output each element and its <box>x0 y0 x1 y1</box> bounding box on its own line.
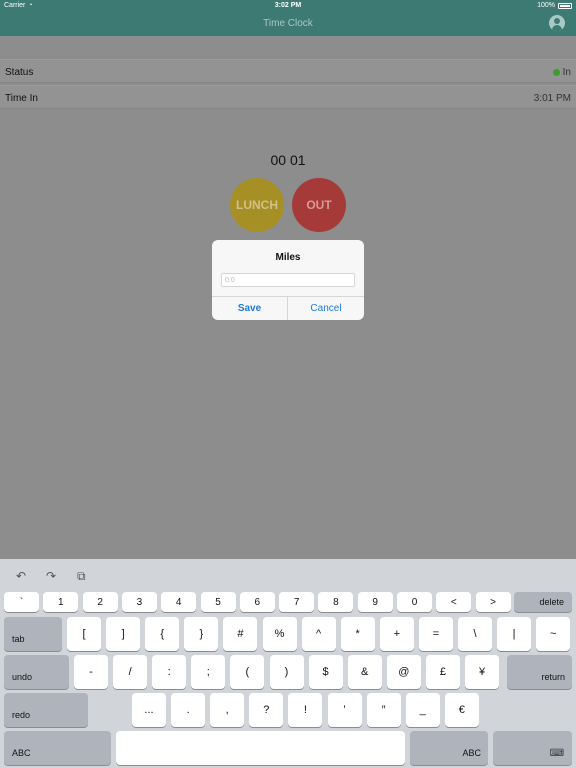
battery-percent: 100% <box>537 2 555 9</box>
key[interactable]: ` <box>4 592 39 612</box>
key[interactable]: $ <box>308 655 343 689</box>
person-circle-icon[interactable] <box>549 15 565 31</box>
key[interactable]: # <box>223 617 258 651</box>
elapsed-timer: 00 01 <box>0 152 576 168</box>
redo-icon[interactable]: ↷ <box>46 569 56 583</box>
status-dot-icon <box>552 69 560 76</box>
key[interactable]: £ <box>425 655 460 689</box>
key[interactable]: , <box>210 693 245 727</box>
lunch-button[interactable]: LUNCH <box>230 178 284 232</box>
status-bar: Carrier ◔ 3:02 PM 100% <box>0 0 576 12</box>
key[interactable]: 4 <box>161 592 197 612</box>
key[interactable]: ] <box>106 617 141 651</box>
key[interactable]: { <box>145 617 180 651</box>
timer-hours: 00 <box>270 152 287 168</box>
key[interactable]: ) <box>269 655 304 689</box>
status-label: Status <box>5 67 34 78</box>
paste-icon[interactable]: ⧉ <box>77 569 86 584</box>
keyboard: ↶ ↷ ⧉ ` 1 2 3 4 5 6 7 8 9 0 < > delete tab []{} #% ^ * +… <box>0 559 576 768</box>
key[interactable]: ~ <box>536 617 571 651</box>
key[interactable]: = <box>418 617 453 651</box>
key[interactable]: ... <box>132 693 166 727</box>
miles-dialog: Miles Save Cancel <box>212 240 364 320</box>
timer-minutes: 01 <box>289 152 306 168</box>
keyboard-hide-icon: ⌨ <box>549 748 564 759</box>
key[interactable]: \ <box>458 617 492 651</box>
delete-key[interactable]: delete <box>514 592 572 612</box>
battery-icon <box>558 2 572 9</box>
key[interactable]: ; <box>191 655 226 689</box>
key[interactable]: 8 <box>318 592 354 612</box>
key[interactable]: ^ <box>301 617 336 651</box>
key[interactable]: 3 <box>121 592 157 612</box>
miles-input[interactable] <box>221 273 355 287</box>
key[interactable]: : <box>152 655 187 689</box>
page-title: Time Clock <box>263 18 313 29</box>
key[interactable]: ? <box>249 693 284 727</box>
abc-key-left[interactable]: ABC <box>4 731 111 765</box>
key[interactable]: } <box>184 617 219 651</box>
key[interactable]: | <box>497 617 532 651</box>
key[interactable]: / <box>113 655 148 689</box>
key[interactable]: + <box>379 617 414 651</box>
status-time: 3:02 PM <box>274 2 302 9</box>
key[interactable]: ″ <box>366 693 401 727</box>
key[interactable]: % <box>262 617 297 651</box>
key[interactable]: < <box>436 592 472 612</box>
return-key[interactable]: return <box>507 655 572 689</box>
space-key[interactable] <box>116 731 405 765</box>
redo-key[interactable]: redo <box>4 693 88 727</box>
key[interactable]: 2 <box>82 592 118 612</box>
status-value: In <box>552 67 571 78</box>
battery-indicator: 100% <box>537 2 572 9</box>
key[interactable]: 1 <box>43 592 79 612</box>
out-button[interactable]: OUT <box>292 178 346 232</box>
time-in-label: Time In <box>5 93 38 104</box>
save-button[interactable]: Save <box>212 296 288 320</box>
key[interactable]: @ <box>386 655 421 689</box>
key[interactable]: 5 <box>200 592 236 612</box>
key[interactable]: _ <box>405 693 440 727</box>
tab-key[interactable]: tab <box>4 617 62 651</box>
key[interactable]: ¥ <box>465 655 499 689</box>
key[interactable]: . <box>171 693 206 727</box>
key[interactable]: 6 <box>239 592 275 612</box>
dialog-title: Miles <box>275 252 301 263</box>
status-row: Status In <box>0 59 576 83</box>
key[interactable]: ’ <box>327 693 362 727</box>
key[interactable]: [ <box>67 617 101 651</box>
nav-bar: Time Clock <box>0 12 576 36</box>
key[interactable]: € <box>444 693 479 727</box>
key[interactable]: & <box>347 655 382 689</box>
key[interactable]: 0 <box>397 592 432 612</box>
key[interactable]: * <box>340 617 375 651</box>
key[interactable]: 9 <box>357 592 393 612</box>
key[interactable]: ( <box>230 655 265 689</box>
hide-keyboard-key[interactable]: ⌨ <box>493 731 572 765</box>
time-in-value: 3:01 PM <box>533 93 571 104</box>
cancel-button[interactable]: Cancel <box>288 296 364 320</box>
undo-icon[interactable]: ↶ <box>16 569 26 583</box>
time-in-row: Time In 3:01 PM <box>0 85 576 109</box>
key[interactable]: 7 <box>279 592 315 612</box>
key[interactable]: ! <box>288 693 323 727</box>
undo-key[interactable]: undo <box>4 655 69 689</box>
abc-key-right[interactable]: ABC <box>410 731 488 765</box>
status-text: In <box>562 67 571 78</box>
key[interactable]: - <box>74 655 108 689</box>
key[interactable]: > <box>475 592 511 612</box>
